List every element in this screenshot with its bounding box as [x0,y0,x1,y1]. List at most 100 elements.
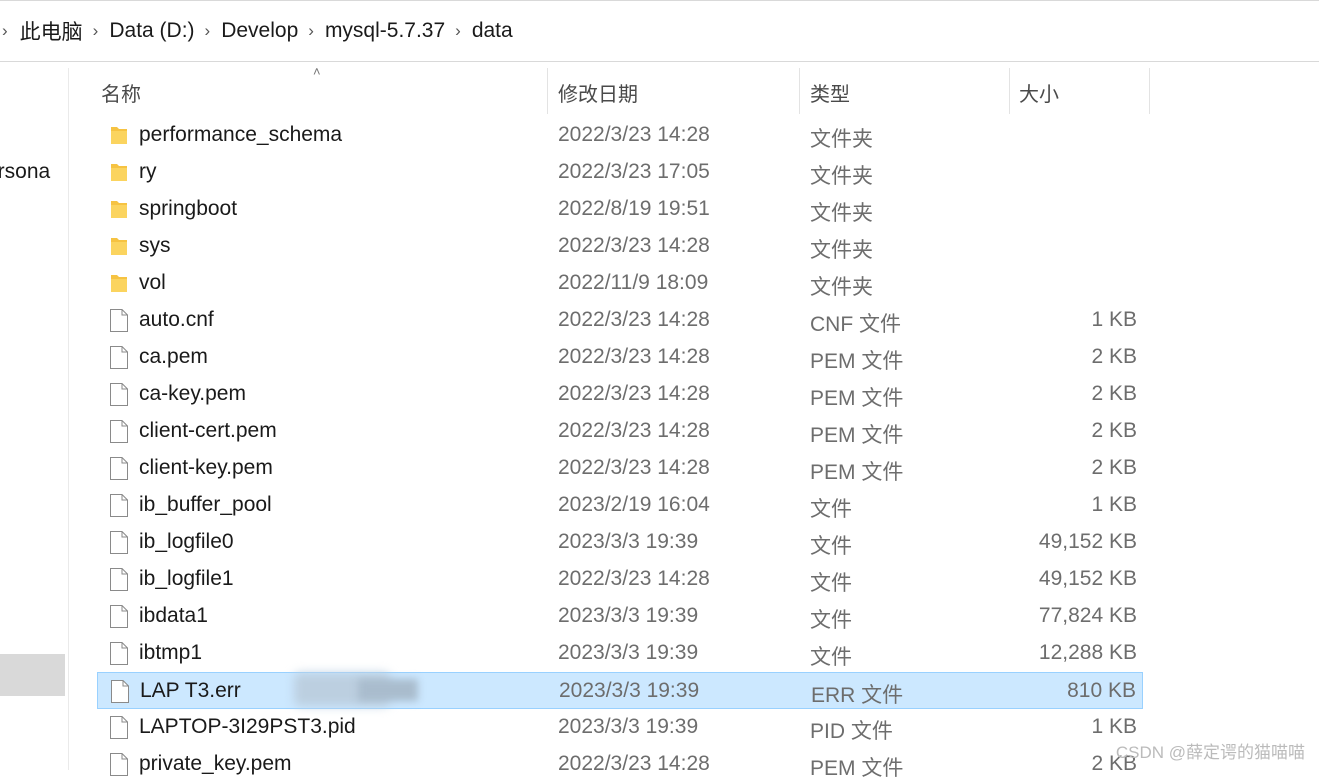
file-date-modified: 2023/3/3 19:39 [558,530,699,553]
file-date-modified: 2022/8/19 19:51 [558,197,710,220]
file-date-modified: 2023/3/3 19:39 [558,604,699,627]
file-type: CNF 文件 [810,313,901,336]
file-size: 49,152 KB [1038,530,1137,553]
folder-icon [109,271,129,296]
file-name: private_key.pem [139,752,292,775]
file-type: 文件夹 [810,239,873,262]
breadcrumb-develop[interactable]: Develop [221,19,298,43]
file-row[interactable]: client-cert.pem 2022/3/23 14:28 PEM 文件 2 KB [97,413,1143,450]
file-row[interactable]: vol 2022/11/9 18:09 文件夹 [97,265,1143,302]
chevron-right-icon[interactable]: › [2,21,8,41]
file-name: LAP T3.err [140,679,241,702]
file-type: 文件 [810,498,852,521]
breadcrumb-this-pc[interactable]: 此电脑 [20,16,83,46]
breadcrumb: › 此电脑 › Data (D:) › Develop › mysql-5.7.… [0,15,513,47]
file-name: client-key.pem [139,456,273,479]
file-row[interactable]: springboot 2022/8/19 19:51 文件夹 [97,191,1143,228]
file-icon [109,715,129,740]
file-size: 1 KB [1091,715,1137,738]
watermark: CSDN @薛定谔的猫喵喵 [1115,743,1305,762]
file-type: PEM 文件 [810,387,904,410]
file-date-modified: 2022/3/23 14:28 [558,308,710,331]
chevron-right-icon[interactable]: › [308,21,314,41]
file-icon [109,345,129,370]
file-date-modified: 2022/3/23 14:28 [558,567,710,590]
file-icon [109,604,129,629]
file-row[interactable]: ry 2022/3/23 17:05 文件夹 [97,154,1143,191]
file-name: vol [139,271,166,294]
file-date-modified: 2022/3/23 14:28 [558,752,710,775]
file-row[interactable]: auto.cnf 2022/3/23 14:28 CNF 文件 1 KB [97,302,1143,339]
file-size: 1 KB [1091,308,1137,331]
file-icon [109,567,129,592]
file-name: ry [139,160,157,183]
file-row[interactable]: ib_buffer_pool 2023/2/19 16:04 文件 1 KB [97,487,1143,524]
file-name: ib_logfile1 [139,567,234,590]
file-date-modified: 2023/3/3 19:39 [558,715,699,738]
file-name: ib_logfile0 [139,530,234,553]
file-row[interactable]: ib_logfile0 2023/3/3 19:39 文件 49,152 KB [97,524,1143,561]
file-icon [109,641,129,666]
file-type: PEM 文件 [810,350,904,373]
file-type: PEM 文件 [810,757,904,780]
file-size: 2 KB [1091,382,1137,405]
file-name: ca.pem [139,345,208,368]
file-date-modified: 2022/3/23 14:28 [558,382,710,405]
folder-icon [109,160,129,185]
file-row[interactable]: LAPTOP-3I29PST3.pid 2023/3/3 19:39 PID 文件 1… [97,709,1143,746]
file-row[interactable]: client-key.pem 2022/3/23 14:28 PEM 文件 2 KB [97,450,1143,487]
file-name: ib_buffer_pool [139,493,272,516]
file-date-modified: 2022/3/23 17:05 [558,160,710,183]
chevron-right-icon[interactable]: › [205,21,211,41]
file-size: 49,152 KB [1038,567,1137,590]
file-size: 2 KB [1091,345,1137,368]
file-icon [109,308,129,333]
file-name: springboot [139,197,238,220]
file-row[interactable]: ibdata1 2023/3/3 19:39 文件 77,824 KB [97,598,1143,635]
file-type: 文件 [810,609,852,632]
file-size: 77,824 KB [1038,604,1137,627]
file-row[interactable]: performance_schema 2022/3/23 14:28 文件夹 [97,117,1143,154]
file-type: PEM 文件 [810,461,904,484]
file-row[interactable]: private_key.pem 2022/3/23 14:28 PEM 文件 2 KB [97,746,1143,783]
chevron-right-icon[interactable]: › [455,21,461,41]
file-icon [109,419,129,444]
file-type: 文件夹 [810,165,873,188]
file-row[interactable]: ib_logfile1 2022/3/23 14:28 文件 49,152 KB [97,561,1143,598]
file-row[interactable]: LAP T3.err 2023/3/3 19:39 ERR 文件 810 KB [97,672,1143,709]
breadcrumb-drive-d[interactable]: Data (D:) [109,19,194,43]
file-name: ca-key.pem [139,382,246,405]
file-type: PEM 文件 [810,424,904,447]
file-row[interactable]: ibtmp1 2023/3/3 19:39 文件 12,288 KB [97,635,1143,672]
column-header-type[interactable]: 类型 [800,68,1008,114]
column-divider[interactable] [1149,68,1150,114]
file-name: client-cert.pem [139,419,277,442]
file-type: 文件夹 [810,202,873,225]
file-size: 2 KB [1091,456,1137,479]
file-date-modified: 2022/3/23 14:28 [558,123,710,146]
file-size: 810 KB [1067,679,1136,702]
file-icon [110,679,130,704]
file-row[interactable]: ca-key.pem 2022/3/23 14:28 PEM 文件 2 KB [97,376,1143,413]
redaction-blur [358,679,418,701]
column-header-date[interactable]: 修改日期 [548,68,798,114]
address-bar[interactable]: › 此电脑 › Data (D:) › Develop › mysql-5.7.… [0,0,1319,62]
file-type: 文件 [810,572,852,595]
file-date-modified: 2022/3/23 14:28 [558,234,710,257]
file-name: sys [139,234,171,257]
file-name: ibtmp1 [139,641,203,664]
file-name: performance_schema [139,123,343,146]
file-row[interactable]: sys 2022/3/23 14:28 文件夹 [97,228,1143,265]
file-icon [109,493,129,518]
file-name: auto.cnf [139,308,214,331]
chevron-right-icon[interactable]: › [93,21,99,41]
file-icon [109,530,129,555]
file-type: 文件夹 [810,128,873,151]
column-header-size[interactable]: 大小 [1010,68,1148,114]
breadcrumb-mysql[interactable]: mysql-5.7.37 [325,19,445,43]
file-row[interactable]: ca.pem 2022/3/23 14:28 PEM 文件 2 KB [97,339,1143,376]
column-header-name[interactable]: 名称 [97,68,547,114]
file-list[interactable]: performance_schema 2022/3/23 14:28 文件夹 ry 20… [0,117,1319,780]
breadcrumb-data[interactable]: data [472,19,513,43]
file-name: ibdata1 [139,604,208,627]
